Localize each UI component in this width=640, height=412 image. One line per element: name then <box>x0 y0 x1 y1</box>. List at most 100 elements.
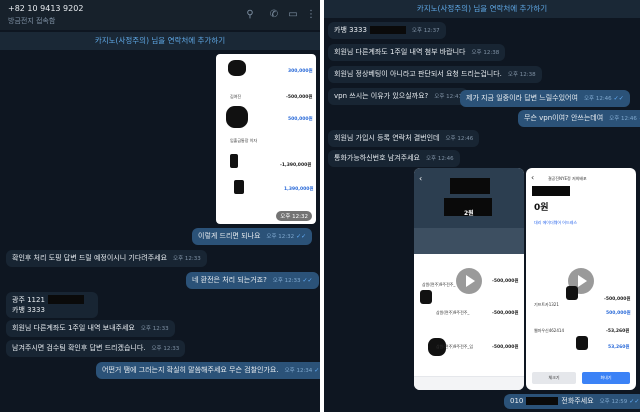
left-chat-panel: +82 10 9413 9202 방금전지 접속함 ⚲ ✆ ▭ ⋮ 카지노(사정… <box>0 0 320 412</box>
message-bubble[interactable]: 어떤거 땜에 그러는지 확실히 말씀해주세요 무슨 검찰인가요. 오후 12:34… <box>96 362 320 379</box>
phone-icon[interactable]: ✆ <box>268 9 280 21</box>
message-time: 오후 12:32 <box>266 234 295 240</box>
message-bubble[interactable]: 광주 1121 카뱅 3333 <box>6 292 98 318</box>
sidebar-toggle-icon[interactable]: ▭ <box>287 9 299 21</box>
message-bubble[interactable]: vpn 쓰시는 이유가 있으실까요? 오후 12:41 <box>328 88 468 105</box>
message-bubble[interactable]: 카뱅 3333 오후 12:37 <box>328 22 446 39</box>
amount: 53,260원 <box>608 345 630 350</box>
message-time: 오후 12:46 <box>425 156 454 162</box>
phone-screenshot-left[interactable]: ‹ 2원 삼원(면주)9주전주_ -500,000원 삼원(면주)9주전주_ -… <box>414 168 524 390</box>
read-check-icon: ✓✓ <box>296 233 307 240</box>
redacted-blob <box>566 286 578 300</box>
message-text: 회원님 다른계좌도 1주일 내역 첨부 바랍니다 <box>334 48 466 56</box>
message-bubble[interactable]: 통화가능하신번호 남겨주세요 오후 12:46 <box>328 150 460 167</box>
message-text: 이렇게 드리면 되나요 <box>198 232 261 240</box>
row-label: 기프트카1321 <box>534 302 559 307</box>
row-label: 웹마우신462414 <box>534 328 564 333</box>
right-action-button[interactable]: 화내기 <box>582 372 630 384</box>
redacted-blob <box>230 154 238 168</box>
amount: -500,000원 <box>492 311 519 316</box>
message-time: 오후 12:34 <box>284 368 313 374</box>
message-text: 회원님 다른계좌도 1주일 내역 보내주세요 <box>12 324 135 332</box>
message-bubble[interactable]: 회원님 정상베팅이 아니라고 판단되서 요청 드리는겁니다. 오후 12:38 <box>328 66 542 83</box>
message-time: 오후 12:37 <box>411 28 440 34</box>
notice-text: 대리 에이더웨어 어드레스 <box>534 220 578 225</box>
add-contact-button[interactable]: 카지노(사정주의) 님을 연락처에 추가하기 <box>324 0 640 18</box>
message-time: 오후 12:41 <box>434 94 462 100</box>
phone-screenshot-right[interactable]: ‹ 결공진NYE정 저희배포 0원 대리 에이더웨어 어드레스 기프트카1321… <box>526 168 636 390</box>
message-time: 오후 12:38 <box>507 72 536 78</box>
message-bubble[interactable]: 010 전화주세요 오후 12:59 ✓✓ <box>504 394 640 409</box>
redacted-blob <box>234 180 244 194</box>
right-chat-panel: 카지노(사정주의) 님을 연락처에 추가하기 카뱅 3333 오후 12:37 회… <box>324 0 640 412</box>
amount: -53,260원 <box>606 329 630 334</box>
chat-header: +82 10 9413 9202 방금전지 접속함 ⚲ ✆ ▭ ⋮ <box>0 0 320 30</box>
redacted-text <box>369 26 406 34</box>
account-balance: 0원 <box>534 203 549 213</box>
search-icon[interactable]: ⚲ <box>244 9 256 21</box>
message-time: 오후 12:33 <box>140 326 169 332</box>
amount: -500,000원 <box>286 95 313 100</box>
chat-status: 방금전지 접속함 <box>8 17 56 25</box>
account-balance: 2원 <box>464 210 474 217</box>
message-text: 전화주세요 <box>561 397 594 405</box>
amount: -500,000원 <box>492 279 519 284</box>
chat-title[interactable]: +82 10 9413 9202 <box>8 4 83 13</box>
message-text: 네 환전은 처리 되는거죠? <box>192 276 267 284</box>
message-bubble[interactable]: 회원님 다른계좌도 1주일 내역 첨부 바랍니다 오후 12:38 <box>328 44 506 61</box>
message-text: 무슨 vpn이여? 안쓰는데여 <box>524 114 604 122</box>
message-bubble[interactable]: 회원님 다른계좌도 1주일 내역 보내주세요 오후 12:33 <box>6 320 175 337</box>
message-bubble[interactable]: 무슨 vpn이여? 안쓰는데여오후 12:46✓✓ <box>518 110 640 127</box>
message-text: 통화가능하신번호 남겨주세요 <box>334 154 420 162</box>
message-text: 제가 지금 일중이라 답변 느릴수있어여 <box>466 94 578 102</box>
amount: 500,000원 <box>288 117 313 122</box>
message-bubble[interactable]: 회원님 가입시 등록 연락처 결번인데 오후 12:46 <box>328 130 480 147</box>
back-arrow-icon: ‹ <box>419 174 423 183</box>
redacted-blob <box>228 60 246 76</box>
message-bubble[interactable]: 이렇게 드리면 되나요 오후 12:32 ✓✓ <box>192 228 313 245</box>
redacted-blob <box>420 290 432 304</box>
redacted-blob <box>226 106 248 128</box>
message-bubble[interactable]: 제가 지금 일중이라 답변 느릴수있어여 오후 12:46 ✓✓ <box>460 90 630 107</box>
bank-screenshot-image[interactable]: 300,000원 김여진 -500,000원 500,000원 입출금통장 이자… <box>216 54 316 224</box>
message-time: 오후 12:32 <box>276 211 312 221</box>
left-action-button[interactable]: 체크기 <box>532 372 576 384</box>
video-play-icon[interactable] <box>456 268 482 294</box>
row-label: 삼원(면주)9주전주_ <box>422 282 456 287</box>
message-time: 오후 12:46 <box>583 96 612 102</box>
read-check-icon: ✓✓ <box>613 95 624 102</box>
message-text: 카뱅 3333 <box>12 306 45 314</box>
message-text: 남겨주시면 검수팀 확인후 답변 드리겠습니다. <box>12 344 146 352</box>
row-label: 김여진 <box>230 94 242 99</box>
message-time: 오후 12:46 <box>609 116 637 122</box>
message-text: 카뱅 3333 <box>334 26 367 34</box>
message-text: 확인후 처리 도핑 답변 드릴 예정이시니 기다려주세요 <box>12 254 168 262</box>
amount: -500,000원 <box>604 297 631 302</box>
message-text: 회원님 가입시 등록 연락처 결번인데 <box>334 134 440 142</box>
message-text: 010 <box>510 397 524 405</box>
message-text: vpn 쓰시는 이유가 있으실까요? <box>334 92 429 100</box>
message-bubble[interactable]: 남겨주시면 검수팀 확인후 답변 드리겠습니다. 오후 12:33 <box>6 340 186 357</box>
add-contact-button[interactable]: 카지노(사정주의) 님을 연락처에 추가하기 <box>0 32 320 50</box>
message-text: 어떤거 땜에 그러는지 확실히 말씀해주세요 무슨 검찰인가요. <box>102 366 279 374</box>
message-bubble[interactable]: 네 환전은 처리 되는거죠? 오후 12:33 ✓✓ <box>186 272 319 289</box>
row-label: 삼원(면주)9주전주_ <box>436 310 470 315</box>
back-arrow-icon: ‹ <box>531 173 535 182</box>
message-time: 오후 12:46 <box>445 136 474 142</box>
bottom-nav <box>414 376 524 390</box>
amount: 500,000원 <box>606 311 631 316</box>
message-time: 오후 12:59 <box>599 399 628 405</box>
message-text: 회원님 정상베팅이 아니라고 판단되서 요청 드리는겁니다. <box>334 70 502 78</box>
more-icon[interactable]: ⋮ <box>305 9 317 21</box>
redacted-blob <box>576 336 588 350</box>
redacted-text <box>48 295 84 304</box>
message-time: 오후 12:33 <box>272 278 301 284</box>
redacted-block <box>450 178 490 194</box>
amount: -1,390,000원 <box>280 163 312 168</box>
read-check-icon: ✓✓ <box>302 277 313 284</box>
message-bubble[interactable]: 확인후 처리 도핑 답변 드릴 예정이시니 기다려주세요 오후 12:33 <box>6 250 207 267</box>
read-check-icon: ✓✓ <box>314 367 320 374</box>
read-check-icon: ✓✓ <box>629 398 640 405</box>
account-actions <box>414 228 524 254</box>
amount: 300,000원 <box>288 69 313 74</box>
